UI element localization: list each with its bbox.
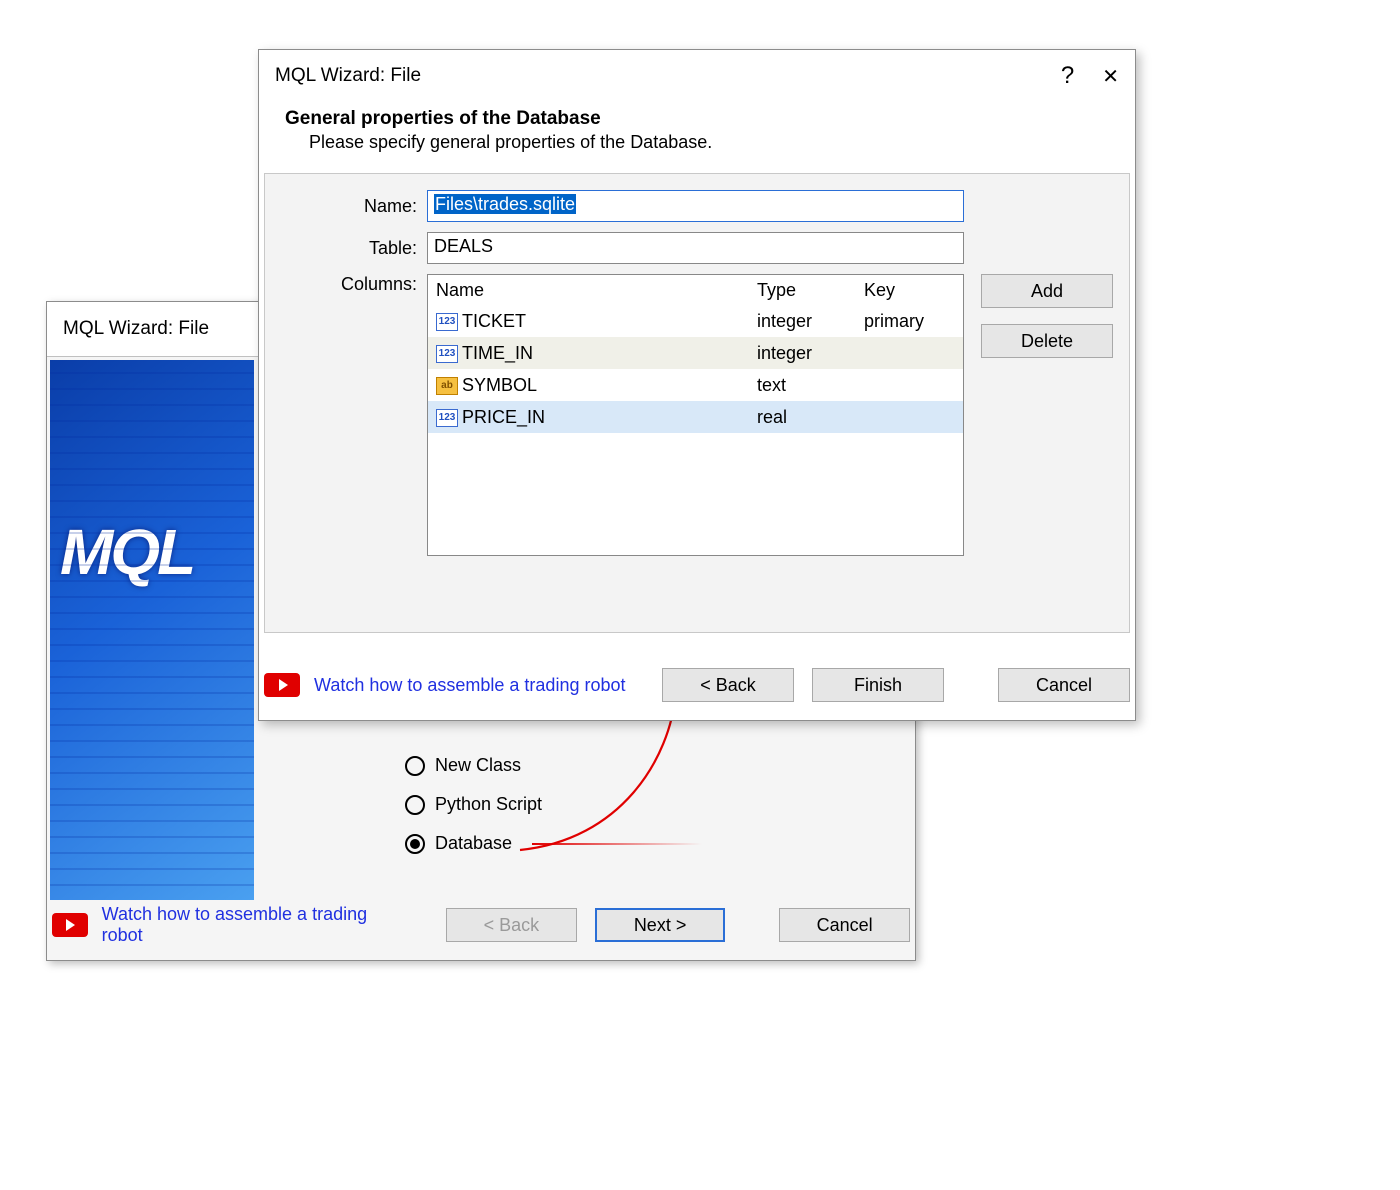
watch-video-label: Watch how to assemble a trading robot xyxy=(102,904,410,946)
watch-video-link[interactable]: Watch how to assemble a trading robot xyxy=(264,673,626,697)
columns-table: Name Type Key TICKETintegerprimaryTIME_I… xyxy=(428,275,963,433)
radio-label: Database xyxy=(435,833,512,854)
bottom-bar: Watch how to assemble a trading robot < … xyxy=(264,658,1130,712)
highlight-line xyxy=(532,843,702,845)
next-button[interactable]: Next > xyxy=(595,908,726,942)
radio-dot xyxy=(405,795,425,815)
text-type-icon xyxy=(436,377,458,395)
cell-name: SYMBOL xyxy=(462,375,537,395)
columns-grid[interactable]: Name Type Key TICKETintegerprimaryTIME_I… xyxy=(427,274,964,556)
cell-type: integer xyxy=(749,337,856,369)
table-row[interactable]: PRICE_IN real xyxy=(428,401,963,433)
window-title: MQL Wizard: File xyxy=(275,65,421,87)
columns-label: Columns: xyxy=(327,274,427,295)
back-button[interactable]: < Back xyxy=(662,668,794,702)
cell-type: text xyxy=(749,369,856,401)
cancel-button[interactable]: Cancel xyxy=(779,908,910,942)
cancel-button[interactable]: Cancel xyxy=(998,668,1130,702)
cell-key xyxy=(856,337,963,369)
wizard-dialog-front: MQL Wizard: File ? ✕ General properties … xyxy=(258,49,1136,721)
radio-label: New Class xyxy=(435,755,521,776)
close-icon[interactable]: ✕ xyxy=(1102,64,1119,89)
help-icon[interactable]: ? xyxy=(1061,62,1074,90)
number-type-icon xyxy=(436,409,458,427)
cell-key xyxy=(856,369,963,401)
number-type-icon xyxy=(436,345,458,363)
number-type-icon xyxy=(436,313,458,331)
page-title: General properties of the Database xyxy=(285,108,1105,130)
name-label: Name: xyxy=(327,196,427,217)
table-row[interactable]: TIME_IN integer xyxy=(428,337,963,369)
watch-video-link[interactable]: Watch how to assemble a trading robot xyxy=(52,904,410,946)
header-block: General properties of the Database Pleas… xyxy=(259,102,1135,173)
radio-database[interactable]: Database xyxy=(405,833,702,854)
watch-video-label: Watch how to assemble a trading robot xyxy=(314,675,626,696)
add-button[interactable]: Add xyxy=(981,274,1113,308)
delete-button[interactable]: Delete xyxy=(981,324,1113,358)
page-subtitle: Please specify general properties of the… xyxy=(309,132,1105,153)
table-row[interactable]: SYMBOL text xyxy=(428,369,963,401)
cell-name: PRICE_IN xyxy=(462,407,545,427)
finish-button[interactable]: Finish xyxy=(812,668,944,702)
col-type-header[interactable]: Type xyxy=(749,275,856,305)
youtube-icon xyxy=(264,673,300,697)
name-field[interactable]: Files\trades.sqlite xyxy=(427,190,964,222)
radio-label: Python Script xyxy=(435,794,542,815)
table-label: Table: xyxy=(327,238,427,259)
cell-type: real xyxy=(749,401,856,433)
form-panel: Name: Files\trades.sqlite Table: DEALS C… xyxy=(264,173,1130,633)
cell-name: TIME_IN xyxy=(462,343,533,363)
back-button: < Back xyxy=(446,908,577,942)
mql-logo: MQL xyxy=(60,515,193,589)
col-key-header[interactable]: Key xyxy=(856,275,963,305)
table-row[interactable]: TICKET integerprimary xyxy=(428,305,963,337)
wizard-banner: MQL xyxy=(50,360,254,900)
radio-new-class[interactable]: New Class xyxy=(405,755,702,776)
grid-side-buttons: Add Delete xyxy=(981,274,1113,358)
titlebar-actions: ? ✕ xyxy=(1061,62,1119,90)
wizard-options: New Class Python Script Database xyxy=(405,755,702,854)
cell-key: primary xyxy=(856,305,963,337)
col-name-header[interactable]: Name xyxy=(428,275,749,305)
table-field[interactable]: DEALS xyxy=(427,232,964,264)
window-title: MQL Wizard: File xyxy=(63,318,209,340)
youtube-icon xyxy=(52,913,88,937)
cell-key xyxy=(856,401,963,433)
table-header-row: Name Type Key xyxy=(428,275,963,305)
radio-python-script[interactable]: Python Script xyxy=(405,794,702,815)
radio-dot xyxy=(405,756,425,776)
titlebar: MQL Wizard: File ? ✕ xyxy=(259,50,1135,102)
bottom-bar: Watch how to assemble a trading robot < … xyxy=(52,898,910,952)
cell-name: TICKET xyxy=(462,311,526,331)
radio-dot-selected xyxy=(405,834,425,854)
cell-type: integer xyxy=(749,305,856,337)
